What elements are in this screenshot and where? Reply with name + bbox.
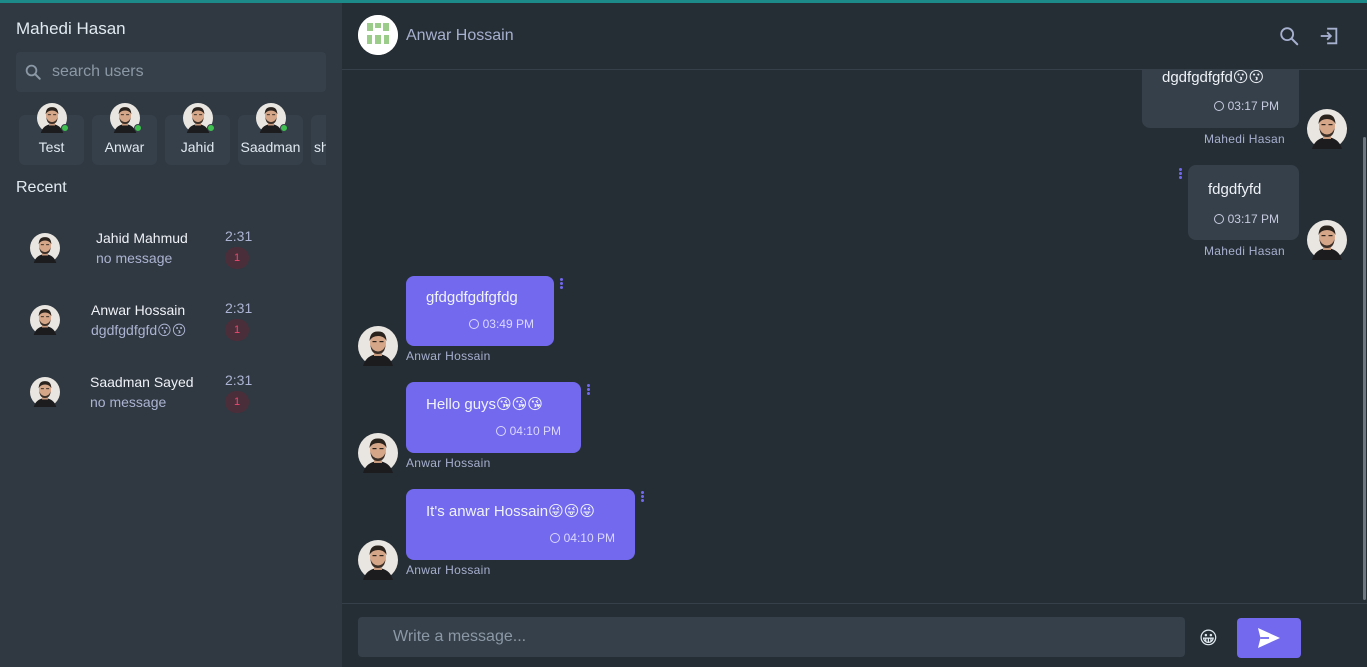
send-icon xyxy=(1258,628,1280,648)
unread-badge: 1 xyxy=(225,391,249,413)
more-vertical-icon[interactable] xyxy=(560,278,564,292)
message-bubble: Hello guys😘😘😘 04:10 PM xyxy=(406,382,581,453)
sidebar: Mahedi Hasan Test Anwar Jahid Saadman xyxy=(0,3,342,667)
conversation-item[interactable]: Jahid Mahmud no message 2:31 1 xyxy=(0,215,342,279)
search-input[interactable] xyxy=(52,52,322,92)
message-time-text: 04:10 PM xyxy=(509,424,561,438)
message-bubble: gfdgdfgdfgfdg 03:49 PM xyxy=(406,276,554,346)
message-time: 03:49 PM xyxy=(468,317,534,331)
message-bubble: It's anwar Hossain😜😜😜 04:10 PM xyxy=(406,489,635,560)
conversation-name: Jahid Mahmud xyxy=(96,230,188,246)
message-time: 03:17 PM xyxy=(1213,212,1279,226)
more-vertical-icon[interactable] xyxy=(1179,168,1183,182)
online-user-name: Jahid xyxy=(180,139,215,155)
emoji-picker-button[interactable]: 😀 xyxy=(1199,628,1218,648)
conversation-name: Anwar Hossain xyxy=(91,302,186,318)
chat-header: Anwar Hossain xyxy=(342,3,1367,70)
conversation-item[interactable]: Anwar Hossain dgdfgdfgfd😗😗 2:31 1 xyxy=(0,287,342,351)
online-users-list: Test Anwar Jahid Saadman sh xyxy=(16,103,326,167)
online-status-dot xyxy=(280,124,288,132)
search-icon xyxy=(25,64,41,80)
online-user-name: Anwar xyxy=(104,139,145,155)
conversation-last-message: no message xyxy=(90,394,167,410)
message-bubble: dgdfgdfgfd😗😗 03:17 PM xyxy=(1142,70,1299,128)
conversation-last-message: dgdfgdfgfd😗😗 xyxy=(91,322,187,338)
message-text: gfdgdfgdfgfdg xyxy=(426,289,518,306)
online-user-card[interactable]: Jahid xyxy=(165,115,230,165)
message-time-text: 03:17 PM xyxy=(1227,212,1279,226)
clock-icon xyxy=(1213,101,1224,111)
online-user-name: Test xyxy=(38,139,65,155)
conversation-time: 2:31 xyxy=(225,372,253,388)
message-sender: Anwar Hossain xyxy=(406,456,491,470)
message-text: dgdfgdfgfd😗😗 xyxy=(1162,70,1265,86)
avatar xyxy=(30,305,60,335)
chat-panel: Anwar Hossain dgdfgdfgfd😗😗 03:17 PM Mahe… xyxy=(342,3,1367,667)
send-button[interactable] xyxy=(1237,618,1301,658)
conversation-item[interactable]: Saadman Sayed no message 2:31 1 xyxy=(0,359,342,423)
search-icon[interactable] xyxy=(1278,25,1300,47)
message-sender: Anwar Hossain xyxy=(406,349,491,363)
avatar xyxy=(358,540,398,580)
logout-icon[interactable] xyxy=(1318,25,1340,47)
messages-scrollbar[interactable] xyxy=(1363,137,1366,600)
online-user-card[interactable]: Test xyxy=(19,115,84,165)
avatar xyxy=(30,233,60,263)
conversation-time: 2:31 xyxy=(225,228,253,244)
conversation-time: 2:31 xyxy=(225,300,253,316)
message-bubble: fdgdfyfd 03:17 PM xyxy=(1188,165,1299,240)
more-vertical-icon[interactable] xyxy=(587,384,591,398)
recent-heading: Recent xyxy=(16,179,67,196)
conversation-name: Saadman Sayed xyxy=(90,374,194,390)
current-user-name: Mahedi Hasan xyxy=(16,19,126,38)
online-user-name: Saadman xyxy=(240,139,301,155)
online-user-name: sh xyxy=(314,139,326,155)
avatar xyxy=(1307,109,1347,149)
avatar xyxy=(358,326,398,366)
message-composer: 😀 xyxy=(342,603,1367,667)
online-status-dot xyxy=(61,124,69,132)
message-time: 04:10 PM xyxy=(549,531,615,545)
identicon-icon xyxy=(358,15,398,55)
avatar xyxy=(358,433,398,473)
user-search[interactable] xyxy=(16,52,326,92)
message-sender: Mahedi Hasan xyxy=(1204,132,1285,146)
message-time: 04:10 PM xyxy=(495,424,561,438)
clock-icon xyxy=(549,533,560,543)
message-text: Hello guys😘😘😘 xyxy=(426,396,543,413)
online-user-card[interactable]: Saadman xyxy=(238,115,303,165)
message-sender: Mahedi Hasan xyxy=(1204,244,1285,258)
avatar xyxy=(1307,220,1347,260)
clock-icon xyxy=(468,319,479,329)
unread-badge: 1 xyxy=(225,319,249,341)
online-user-card[interactable]: Anwar xyxy=(92,115,157,165)
online-status-dot xyxy=(134,124,142,132)
contact-name: Anwar Hossain xyxy=(406,27,514,44)
more-vertical-icon[interactable] xyxy=(641,491,645,505)
message-text: fdgdfyfd xyxy=(1208,181,1262,198)
message-text: It's anwar Hossain😜😜😜 xyxy=(426,503,595,520)
message-list[interactable]: dgdfgdfgfd😗😗 03:17 PM Mahedi Hasan fdgdf… xyxy=(342,70,1367,603)
message-time-text: 03:17 PM xyxy=(1227,99,1279,113)
online-status-dot xyxy=(207,124,215,132)
online-user-card[interactable]: sh xyxy=(311,115,326,165)
contact-avatar[interactable] xyxy=(358,15,398,55)
clock-icon xyxy=(495,426,506,436)
unread-badge: 1 xyxy=(225,247,249,269)
message-sender: Anwar Hossain xyxy=(406,563,491,577)
avatar xyxy=(30,377,60,407)
clock-icon xyxy=(1213,214,1224,224)
message-input[interactable] xyxy=(358,617,1185,657)
message-time-text: 04:10 PM xyxy=(563,531,615,545)
message-time: 03:17 PM xyxy=(1213,99,1279,113)
message-time-text: 03:49 PM xyxy=(482,317,534,331)
conversation-last-message: no message xyxy=(96,250,173,266)
